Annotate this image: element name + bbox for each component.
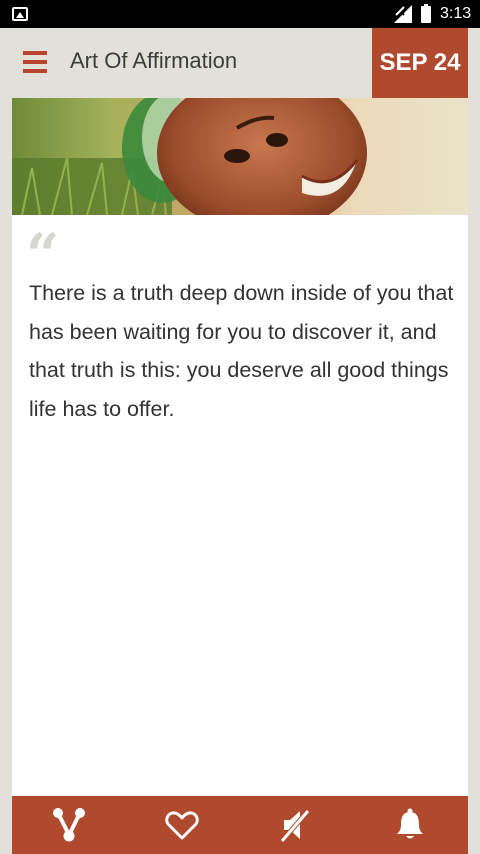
affirmation-card: “ There is a truth deep down inside of y… xyxy=(12,98,468,796)
app-bar: Art Of Affirmation SEP 24 xyxy=(0,28,480,98)
heart-icon xyxy=(165,811,199,840)
reminder-button[interactable] xyxy=(390,806,430,844)
bottom-action-bar xyxy=(12,796,468,854)
mute-button[interactable] xyxy=(275,806,315,844)
status-time: 3:13 xyxy=(440,5,472,22)
affirmation-text: There is a truth deep down inside of you… xyxy=(29,281,454,421)
image-notification-icon xyxy=(12,7,28,21)
share-button[interactable] xyxy=(49,806,89,844)
signal-icon xyxy=(394,5,412,23)
share-icon xyxy=(53,808,85,842)
sound-off-icon xyxy=(280,809,310,843)
date-badge: SEP 24 xyxy=(372,28,468,98)
status-bar: 3:13 xyxy=(0,0,480,28)
app-title: Art Of Affirmation xyxy=(70,48,238,73)
hero-photo xyxy=(12,98,468,215)
hamburger-menu-icon[interactable] xyxy=(23,51,47,73)
bell-icon xyxy=(397,808,423,839)
battery-icon xyxy=(421,4,431,23)
favorite-button[interactable] xyxy=(162,806,202,844)
